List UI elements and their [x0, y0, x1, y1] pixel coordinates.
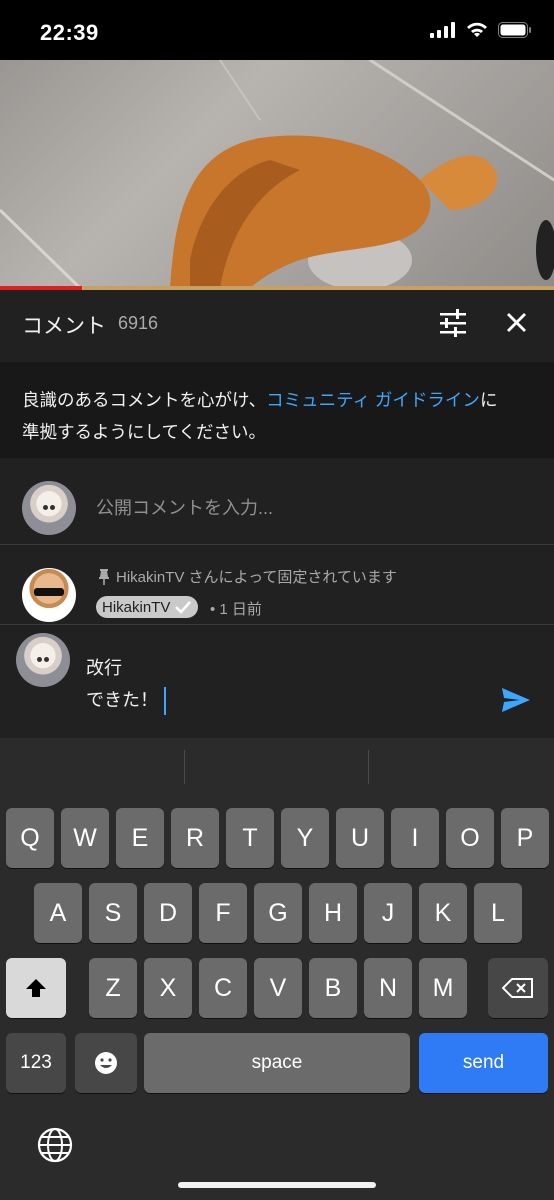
key[interactable]: Z	[89, 958, 137, 1018]
key[interactable]: E	[116, 808, 164, 868]
battery-icon	[498, 22, 531, 38]
suggestion-separator	[368, 750, 369, 784]
delete-key[interactable]	[488, 958, 548, 1018]
key[interactable]: A	[34, 883, 82, 943]
key[interactable]: I	[391, 808, 439, 868]
comment-age: • 1 日前	[210, 601, 262, 618]
key[interactable]: C	[199, 958, 247, 1018]
text-caret	[164, 687, 166, 716]
shift-icon	[26, 979, 46, 997]
signal-icon	[430, 22, 455, 38]
key[interactable]: Y	[281, 808, 329, 868]
close-icon	[507, 313, 526, 332]
key[interactable]: N	[364, 958, 412, 1018]
key[interactable]: H	[309, 883, 357, 943]
globe-icon	[37, 1127, 73, 1163]
comments-header: コメント 6916	[0, 290, 554, 354]
status-icons	[430, 22, 532, 38]
community-guidelines-link[interactable]: コミュニティ ガイドライン	[266, 390, 480, 410]
wifi-icon	[467, 22, 487, 37]
comments-count: 6916	[118, 313, 159, 333]
guideline-notice: 良識のあるコメントを心がけ、コミュニティ ガイドラインに 準拠するようにしてくだ…	[0, 362, 554, 458]
sliders-icon	[440, 309, 466, 337]
key[interactable]: K	[419, 883, 467, 943]
space-key[interactable]: space	[144, 1033, 410, 1093]
author-avatar[interactable]	[22, 568, 76, 622]
comments-title: コメント	[22, 315, 106, 338]
composer-avatar	[16, 633, 70, 687]
status-bar: 22:39	[0, 0, 554, 60]
key[interactable]: S	[89, 883, 137, 943]
comment-composer[interactable]	[0, 625, 554, 738]
notice-text-end: に	[479, 390, 498, 410]
key[interactable]: P	[501, 808, 549, 868]
divider	[0, 544, 554, 545]
notice-text: 良識のあるコメントを心がけ、	[22, 390, 267, 410]
video-frame	[0, 60, 554, 288]
pinned-indicator: HikakinTV さんによって固定されています	[98, 566, 397, 587]
numbers-key[interactable]: 123	[6, 1033, 66, 1093]
key[interactable]: G	[254, 883, 302, 943]
key[interactable]: R	[171, 808, 219, 868]
pin-icon	[99, 568, 109, 585]
home-indicator[interactable]	[178, 1182, 376, 1188]
verified-check-icon	[175, 601, 192, 614]
key[interactable]: F	[199, 883, 247, 943]
send-key[interactable]: send	[419, 1033, 548, 1093]
key[interactable]: J	[364, 883, 412, 943]
user-avatar	[22, 481, 76, 535]
notice-text-line2: 準拠するようにしてください。	[22, 422, 266, 442]
key[interactable]: T	[226, 808, 274, 868]
key[interactable]: L	[474, 883, 522, 943]
send-icon	[502, 688, 530, 712]
add-comment-input[interactable]: 公開コメントを入力...	[96, 494, 273, 520]
key[interactable]: W	[61, 808, 109, 868]
author-name: HikakinTV	[102, 598, 171, 616]
key[interactable]: U	[336, 808, 384, 868]
key[interactable]: B	[309, 958, 357, 1018]
video-player[interactable]	[0, 60, 554, 288]
shift-key[interactable]	[6, 958, 66, 1018]
key[interactable]: X	[144, 958, 192, 1018]
key[interactable]: V	[254, 958, 302, 1018]
emoji-key[interactable]	[75, 1033, 137, 1093]
key[interactable]: D	[144, 883, 192, 943]
key[interactable]: O	[446, 808, 494, 868]
composer-text-line1[interactable]: 改行	[86, 654, 122, 680]
composer-text-line2[interactable]: できた！	[86, 686, 166, 716]
key[interactable]: Q	[6, 808, 54, 868]
language-switch-button[interactable]	[36, 1126, 74, 1164]
pinned-text: HikakinTV さんによって固定されています	[116, 569, 397, 586]
sort-filter-button[interactable]	[436, 308, 470, 338]
emoji-icon	[95, 1052, 117, 1074]
suggestion-separator	[184, 750, 185, 784]
composer-text: できた！	[86, 690, 158, 710]
close-button[interactable]	[500, 308, 532, 338]
backspace-icon	[502, 978, 533, 998]
key[interactable]: M	[419, 958, 467, 1018]
status-time: 22:39	[40, 20, 99, 45]
send-comment-button[interactable]	[500, 686, 532, 714]
author-name-badge[interactable]: HikakinTV	[96, 596, 199, 618]
